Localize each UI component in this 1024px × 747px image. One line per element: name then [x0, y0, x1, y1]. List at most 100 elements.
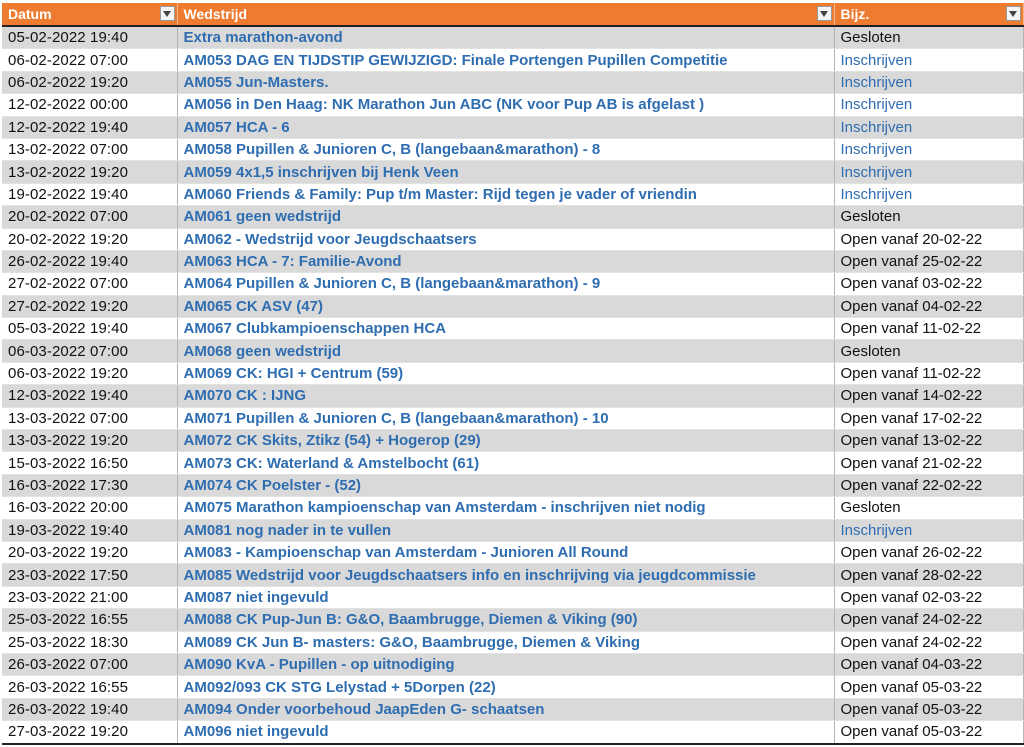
event-link[interactable]: AM056 in Den Haag: NK Marathon Jun ABC (…	[184, 96, 705, 113]
event-link[interactable]: AM075 Marathon kampioenschap van Amsterd…	[184, 499, 706, 516]
event-link[interactable]: AM088 CK Pup-Jun B: G&O, Baambrugge, Die…	[184, 611, 638, 628]
event-link[interactable]: AM067 Clubkampioenschappen HCA	[184, 320, 447, 337]
status-cell: Open vanaf 14-02-22	[834, 384, 1024, 408]
event-link[interactable]: AM096 niet ingevuld	[184, 723, 329, 740]
event-link[interactable]: AM055 Jun-Masters.	[184, 74, 329, 91]
register-link[interactable]: Inschrijven	[841, 96, 913, 113]
status-text: Open vanaf 22-02-22	[840, 477, 983, 494]
event-link[interactable]: AM053 DAG EN TIJDSTIP GEWIJZIGD: Finale …	[184, 52, 728, 69]
table-row: 05-03-2022 19:40 AM067 Clubkampioenschapp…	[2, 317, 1024, 341]
register-link[interactable]: Inschrijven	[841, 74, 913, 91]
event-link[interactable]: AM072 CK Skits, Ztikz (54) + Hogerop (29…	[184, 432, 481, 449]
event-date: 13-03-2022 07:00	[2, 407, 178, 431]
event-link[interactable]: AM085 Wedstrijd voor Jeugdschaatsers inf…	[184, 567, 756, 584]
status-cell: Open vanaf 05-03-22	[834, 675, 1024, 699]
event-link[interactable]: AM094 Onder voorbehoud JaapEden G- schaa…	[184, 701, 545, 718]
status-text: Open vanaf 21-02-22	[840, 454, 983, 472]
filter-dropdown-event[interactable]	[816, 6, 832, 21]
event-cell: AM090 KvA - Pupillen - op uitnodiging	[177, 653, 835, 677]
status-text: Open vanaf 05-03-22	[840, 678, 983, 696]
header-row: Datum Wedstrijd Bijz.	[2, 3, 1024, 27]
event-cell: AM069 CK: HGI + Centrum (59)	[177, 362, 835, 386]
event-cell: AM074 CK Poelster - (52)	[177, 474, 835, 498]
event-date: 12-02-2022 00:00	[2, 93, 178, 117]
event-link[interactable]: AM070 CK : IJNG	[184, 387, 307, 404]
status-cell: Open vanaf 05-03-22	[834, 698, 1024, 722]
table-row: 20-02-2022 07:00 AM061 geen wedstrijd Gesl…	[2, 205, 1024, 229]
event-link[interactable]: AM083 - Kampioenschap van Amsterdam - Ju…	[184, 544, 629, 561]
event-link[interactable]: AM065 CK ASV (47)	[184, 298, 323, 315]
filter-dropdown-note[interactable]	[1005, 6, 1021, 21]
event-cell: AM088 CK Pup-Jun B: G&O, Baambrugge, Die…	[177, 608, 835, 632]
event-date: 20-02-2022 07:00	[2, 205, 178, 229]
event-date: 13-03-2022 19:20	[2, 429, 178, 453]
register-link[interactable]: Inschrijven	[841, 119, 913, 136]
status-text: Gesloten	[840, 208, 901, 226]
event-cell: AM062 - Wedstrijd voor Jeugdschaatsers	[177, 228, 835, 251]
event-cell: AM056 in Den Haag: NK Marathon Jun ABC (…	[177, 93, 835, 117]
event-cell: AM067 Clubkampioenschappen HCA	[177, 317, 835, 341]
event-link[interactable]: AM081 nog nader in te vullen	[184, 522, 392, 539]
table-row: 20-03-2022 19:20 AM083 - Kampioenschap va…	[2, 541, 1024, 565]
event-link[interactable]: AM063 HCA - 7: Familie-Avond	[184, 253, 402, 270]
register-link[interactable]: Inschrijven	[841, 52, 913, 69]
table-row: 15-03-2022 16:50 AM073 CK: Waterland & Am…	[2, 451, 1024, 475]
column-header-date: Datum	[2, 3, 178, 27]
event-link[interactable]: AM092/093 CK STG Lelystad + 5Dorpen (22)	[184, 679, 496, 696]
event-link[interactable]: AM090 KvA - Pupillen - op uitnodiging	[184, 656, 455, 673]
event-cell: AM089 CK Jun B- masters: G&O, Baambrugge…	[177, 631, 835, 654]
event-link[interactable]: AM061 geen wedstrijd	[184, 208, 342, 225]
event-cell: AM081 nog nader in te vullen	[177, 519, 835, 542]
status-cell: Open vanaf 17-02-22	[834, 407, 1024, 431]
schedule-sheet: Datum Wedstrijd Bijz. 05-02-2022 19:40 Ex…	[0, 0, 1024, 747]
event-date: 27-03-2022 19:20	[2, 720, 178, 745]
event-link[interactable]: Extra marathon-avond	[184, 29, 343, 46]
status-text: Open vanaf 05-03-22	[840, 723, 983, 741]
status-cell: Inschrijven	[834, 183, 1024, 207]
filter-dropdown-date[interactable]	[159, 6, 175, 21]
status-cell: Open vanaf 03-02-22	[834, 272, 1024, 296]
status-cell: Open vanaf 04-02-22	[834, 295, 1024, 319]
table-row: 13-03-2022 19:20 AM072 CK Skits, Ztikz (5…	[2, 429, 1024, 453]
status-cell: Open vanaf 02-03-22	[834, 586, 1024, 610]
event-date: 05-02-2022 19:40	[2, 26, 178, 50]
event-date: 26-03-2022 16:55	[2, 675, 178, 699]
event-link[interactable]: AM057 HCA - 6	[184, 119, 290, 136]
chevron-down-icon	[1009, 10, 1017, 17]
register-link[interactable]: Inschrijven	[841, 522, 913, 539]
event-link[interactable]: AM060 Friends & Family: Pup t/m Master: …	[184, 186, 697, 203]
status-text: Open vanaf 04-02-22	[840, 297, 983, 315]
event-cell: AM096 niet ingevuld	[177, 720, 835, 745]
event-link[interactable]: AM059 4x1,5 inschrijven bij Henk Veen	[184, 164, 459, 181]
status-text: Open vanaf 11-02-22	[840, 365, 982, 383]
event-link[interactable]: AM064 Pupillen & Junioren C, B (langebaa…	[184, 275, 601, 292]
event-link[interactable]: AM074 CK Poelster - (52)	[184, 477, 362, 494]
event-link[interactable]: AM073 CK: Waterland & Amstelbocht (61)	[184, 455, 480, 472]
register-link[interactable]: Inschrijven	[841, 186, 913, 203]
event-date: 20-03-2022 19:20	[2, 541, 178, 565]
table-row: 25-03-2022 16:55 AM088 CK Pup-Jun B: G&O,…	[2, 608, 1024, 632]
table-row: 12-03-2022 19:40 AM070 CK : IJNG Open vana…	[2, 384, 1024, 408]
event-link[interactable]: AM069 CK: HGI + Centrum (59)	[184, 365, 404, 382]
event-link[interactable]: AM068 geen wedstrijd	[184, 343, 342, 360]
event-date: 19-03-2022 19:40	[2, 519, 178, 542]
register-link[interactable]: Inschrijven	[841, 141, 913, 158]
status-text: Open vanaf 05-03-22	[840, 700, 983, 718]
table-row: 06-02-2022 19:20 AM055 Jun-Masters. Inschr…	[2, 71, 1024, 95]
event-link[interactable]: AM087 niet ingevuld	[184, 589, 329, 606]
status-text: Open vanaf 25-02-22	[840, 253, 983, 271]
event-cell: AM070 CK : IJNG	[177, 384, 835, 408]
status-cell: Inschrijven	[834, 48, 1024, 72]
event-link[interactable]: AM071 Pupillen & Junioren C, B (langebaa…	[184, 410, 609, 427]
event-link[interactable]: AM062 - Wedstrijd voor Jeugdschaatsers	[184, 231, 477, 248]
table-row: 26-03-2022 16:55 AM092/093 CK STG Lelysta…	[2, 675, 1024, 699]
status-text: Open vanaf 20-02-22	[840, 230, 983, 248]
column-header-date-label: Datum	[8, 6, 52, 22]
status-text: Open vanaf 24-02-22	[840, 633, 983, 651]
table-row: 19-03-2022 19:40 AM081 nog nader in te vu…	[2, 519, 1024, 542]
event-cell: AM065 CK ASV (47)	[177, 295, 835, 319]
event-link[interactable]: AM058 Pupillen & Junioren C, B (langebaa…	[184, 141, 601, 158]
event-link[interactable]: AM089 CK Jun B- masters: G&O, Baambrugge…	[184, 634, 641, 651]
register-link[interactable]: Inschrijven	[841, 164, 913, 181]
status-cell: Open vanaf 21-02-22	[834, 451, 1024, 475]
